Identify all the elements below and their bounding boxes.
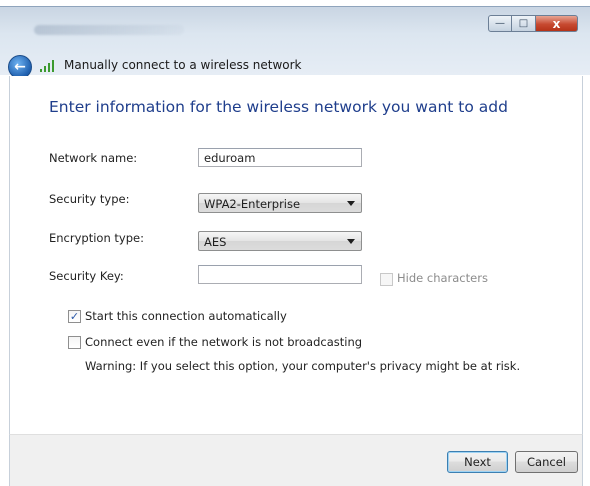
breadcrumb-title: Manually connect to a wireless network: [64, 58, 302, 72]
start-automatically-label: Start this connection automatically: [85, 309, 287, 323]
maximize-icon: □: [518, 18, 529, 29]
window-title-blurred: [34, 25, 184, 35]
encryption-type-label: Encryption type:: [49, 231, 144, 245]
close-button[interactable]: x: [536, 15, 578, 32]
chevron-down-icon: [347, 239, 355, 244]
window-controls: — □ x: [488, 15, 578, 32]
security-type-value: WPA2-Enterprise: [204, 197, 301, 211]
chevron-down-icon: [347, 201, 355, 206]
maximize-button[interactable]: □: [512, 15, 536, 32]
next-button[interactable]: Next: [447, 451, 508, 473]
security-key-input[interactable]: [198, 265, 362, 284]
page-heading: Enter information for the wireless netwo…: [49, 98, 508, 116]
wireless-signal-icon: [40, 60, 58, 72]
back-arrow-icon: ←: [14, 59, 26, 75]
start-automatically-checkbox[interactable]: ✓: [68, 310, 81, 323]
connect-even-checkbox[interactable]: [68, 336, 81, 349]
security-key-label: Security Key:: [49, 269, 124, 283]
encryption-type-value: AES: [204, 235, 227, 249]
encryption-type-select[interactable]: AES: [198, 231, 362, 251]
title-bar: — □ x ← Manually connect to a wireless n…: [0, 6, 590, 79]
minimize-button[interactable]: —: [488, 15, 512, 32]
dialog-footer: Next Cancel: [9, 434, 583, 486]
close-icon: x: [552, 16, 561, 31]
hide-characters-checkbox[interactable]: [380, 273, 393, 286]
connect-even-label: Connect even if the network is not broad…: [85, 335, 363, 349]
network-name-label: Network name:: [49, 151, 138, 165]
minimize-icon: —: [495, 18, 505, 29]
network-name-input[interactable]: [198, 148, 362, 167]
security-type-label: Security type:: [49, 192, 130, 206]
hide-characters-label: Hide characters: [397, 271, 488, 285]
dialog-content: Enter information for the wireless netwo…: [9, 76, 583, 434]
security-type-select[interactable]: WPA2-Enterprise: [198, 193, 362, 213]
cancel-button[interactable]: Cancel: [515, 451, 578, 473]
dialog-window: — □ x ← Manually connect to a wireless n…: [0, 0, 590, 486]
privacy-warning: Warning: If you select this option, your…: [85, 359, 521, 373]
